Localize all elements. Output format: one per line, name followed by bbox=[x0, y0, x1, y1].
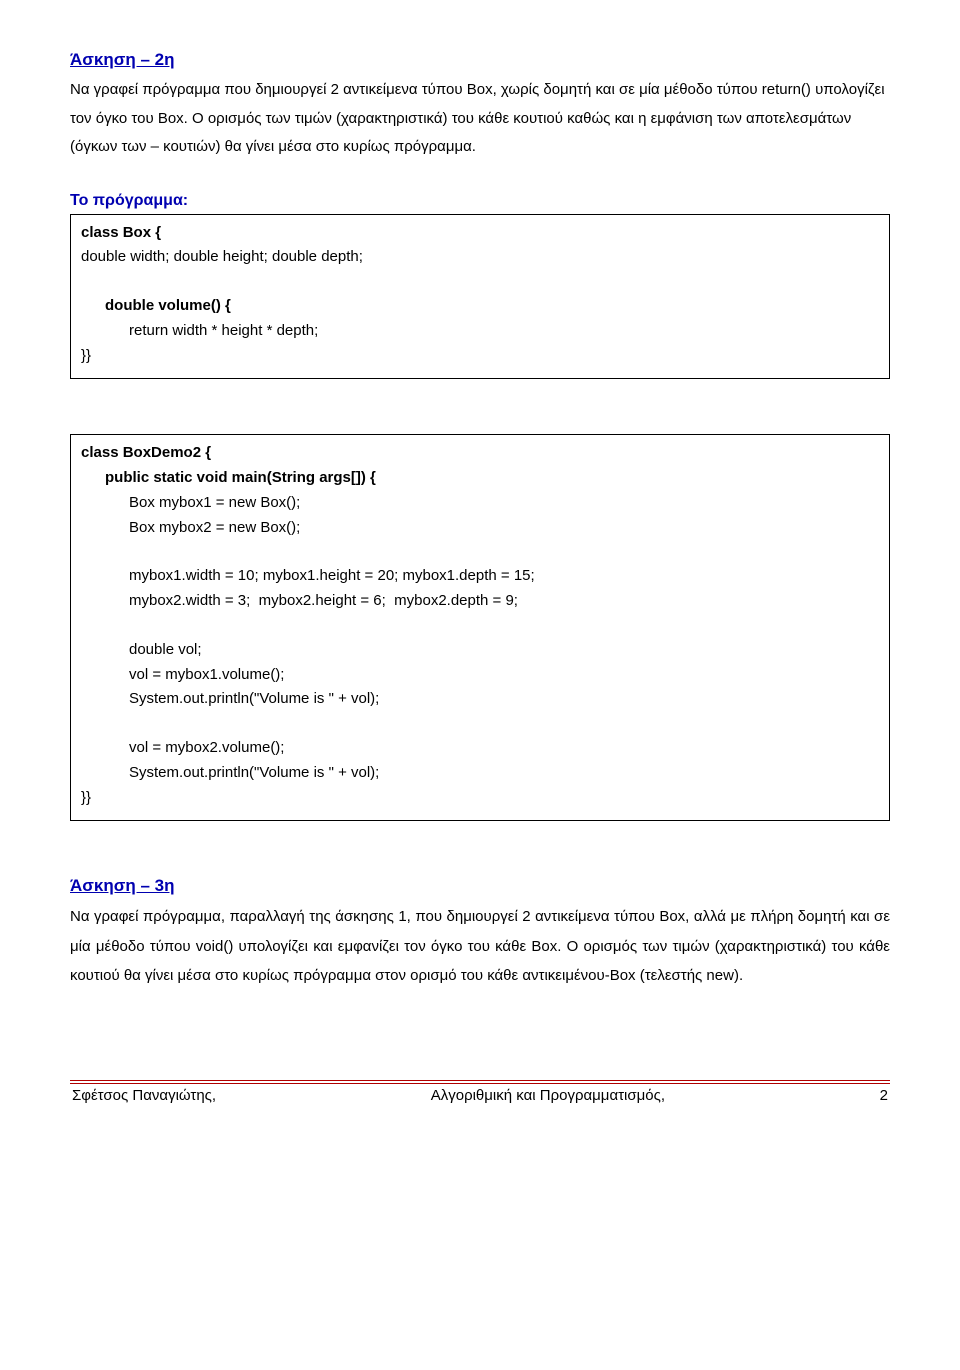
exercise-3-title: Άσκηση – 3η bbox=[70, 876, 890, 896]
footer-author: Σφέτσος Παναγιώτης, bbox=[72, 1087, 216, 1104]
code-line: vol = mybox2.volume(); bbox=[81, 736, 879, 761]
exercise-3-body: Να γραφεί πρόγραμμα, παραλλαγή της άσκησ… bbox=[70, 902, 890, 990]
code-block-2: class BoxDemo2 { public static void main… bbox=[70, 434, 890, 821]
code-line: vol = mybox1.volume(); bbox=[81, 663, 879, 688]
code-blank bbox=[81, 712, 879, 736]
code-line: System.out.println("Volume is " + vol); bbox=[81, 761, 879, 786]
code-block-1: class Box { double width; double height;… bbox=[70, 214, 890, 380]
code-line: Box mybox2 = new Box(); bbox=[81, 516, 879, 541]
code-line: System.out.println("Volume is " + vol); bbox=[81, 687, 879, 712]
code-line: class BoxDemo2 { bbox=[81, 441, 879, 466]
code-blank bbox=[81, 540, 879, 564]
code-line: class Box { bbox=[81, 221, 879, 246]
code-line: double vol; bbox=[81, 638, 879, 663]
code-line: }} bbox=[81, 344, 879, 369]
code-line: double volume() { bbox=[81, 294, 879, 319]
code-line: }} bbox=[81, 786, 879, 811]
code-blank bbox=[81, 614, 879, 638]
footer-page-number: 2 bbox=[880, 1087, 888, 1104]
code-line: public static void main(String args[]) { bbox=[81, 466, 879, 491]
footer-course: Αλγοριθμική και Προγραμματισμός, bbox=[431, 1087, 665, 1104]
program-label: Το πρόγραμμα: bbox=[70, 192, 890, 210]
code-line: Box mybox1 = new Box(); bbox=[81, 491, 879, 516]
exercise-2-body: Να γραφεί πρόγραμμα που δημιουργεί 2 αντ… bbox=[70, 76, 890, 162]
code-blank bbox=[81, 270, 879, 294]
exercise-2-title: Άσκηση – 2η bbox=[70, 50, 890, 70]
page: Άσκηση – 2η Να γραφεί πρόγραμμα που δημι… bbox=[0, 0, 960, 1124]
code-line: return width * height * depth; bbox=[81, 319, 879, 344]
code-line: double width; double height; double dept… bbox=[81, 245, 879, 270]
page-footer: Σφέτσος Παναγιώτης, Αλγοριθμική και Προγ… bbox=[70, 1084, 890, 1104]
code-line: mybox2.width = 3; mybox2.height = 6; myb… bbox=[81, 589, 879, 614]
code-line: mybox1.width = 10; mybox1.height = 20; m… bbox=[81, 564, 879, 589]
